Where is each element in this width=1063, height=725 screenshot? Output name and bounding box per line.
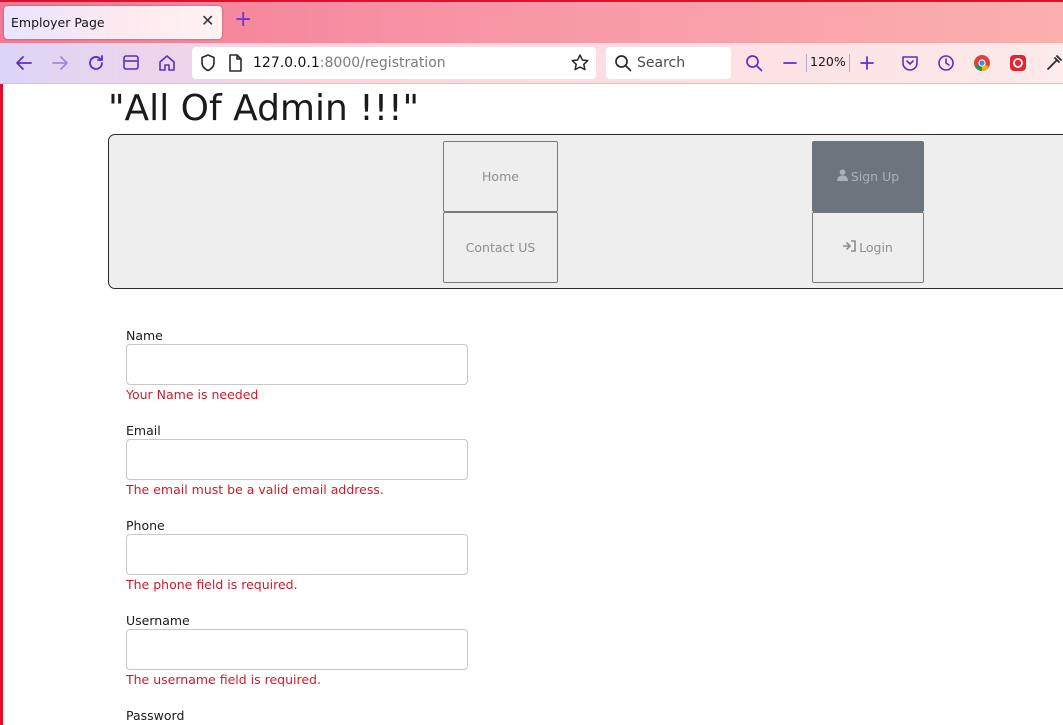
divider	[806, 54, 807, 72]
sidebar-icon[interactable]	[120, 52, 142, 74]
shield-icon[interactable]	[197, 52, 219, 74]
site-nav-panel: Home Contact US Sign Up Login	[108, 134, 1063, 289]
zoom-out-icon[interactable]	[779, 52, 801, 74]
password-label: Password	[126, 708, 185, 723]
login-icon	[842, 240, 856, 255]
pocket-icon[interactable]	[899, 52, 921, 74]
zoom-level[interactable]: 120%	[810, 54, 846, 69]
tab-close-icon[interactable]: ✕	[201, 11, 214, 30]
browser-tab[interactable]: Employer Page ✕	[4, 6, 222, 39]
tab-title: Employer Page	[11, 15, 105, 30]
url-host: 127.0.0.1	[253, 55, 320, 71]
username-label: Username	[126, 613, 190, 628]
forward-arrow-icon[interactable]	[49, 52, 71, 74]
chrome-extension-icon[interactable]	[971, 52, 993, 74]
contact-us-label: Contact US	[465, 240, 536, 255]
back-arrow-icon[interactable]	[13, 52, 35, 74]
site-title: "All Of Admin !!!"	[108, 88, 420, 129]
name-field[interactable]	[126, 344, 468, 385]
name-label: Name	[126, 328, 163, 343]
phone-error: The phone field is required.	[126, 577, 298, 592]
new-tab-icon[interactable]: +	[234, 9, 252, 31]
login-button[interactable]: Login	[812, 212, 924, 283]
address-bar[interactable]: 127.0.0.1:8000/registration	[192, 47, 596, 79]
home-button[interactable]: Home	[443, 141, 558, 212]
phone-field[interactable]	[126, 534, 468, 575]
page-icon[interactable]	[224, 52, 246, 74]
email-label: Email	[126, 423, 161, 438]
tab-strip: Employer Page ✕ +	[0, 0, 1063, 43]
login-label: Login	[859, 240, 893, 255]
zoom-in-icon[interactable]	[856, 52, 878, 74]
reload-icon[interactable]	[85, 52, 107, 74]
username-error: The username field is required.	[126, 672, 321, 687]
eyedropper-icon[interactable]	[1043, 52, 1063, 74]
navigation-toolbar: 127.0.0.1:8000/registration Search 120%	[0, 43, 1063, 84]
sign-up-label: Sign Up	[850, 169, 900, 184]
user-icon	[836, 169, 848, 184]
username-field[interactable]	[126, 629, 468, 670]
sign-up-button[interactable]: Sign Up	[812, 141, 924, 212]
search-input[interactable]: Search	[606, 47, 731, 79]
bookmark-star-icon[interactable]	[569, 52, 591, 74]
red-extension-icon[interactable]	[1007, 52, 1029, 74]
email-error: The email must be a valid email address.	[126, 482, 384, 497]
email-field[interactable]	[126, 439, 468, 480]
home-label: Home	[482, 169, 519, 184]
find-icon[interactable]	[743, 52, 765, 74]
divider	[849, 54, 850, 72]
name-error: Your Name is needed	[126, 387, 259, 402]
home-icon[interactable]	[156, 52, 178, 74]
url-path: :8000/registration	[319, 55, 446, 71]
contact-us-button[interactable]: Contact US	[443, 212, 558, 283]
search-placeholder: Search	[637, 55, 686, 71]
history-clock-icon[interactable]	[935, 52, 957, 74]
search-icon	[612, 52, 634, 74]
window-border	[0, 0, 3, 725]
phone-label: Phone	[126, 518, 165, 533]
url-text[interactable]: 127.0.0.1:8000/registration	[253, 55, 446, 71]
